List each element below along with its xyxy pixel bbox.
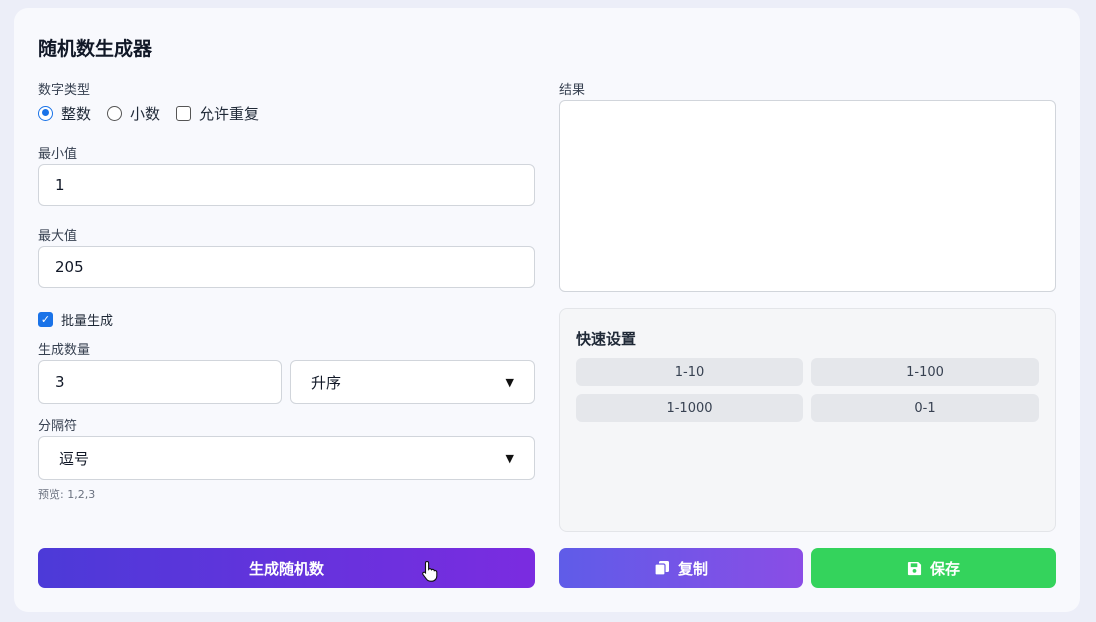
max-input[interactable]: 205 (38, 246, 535, 288)
order-select-value: 升序 (311, 373, 342, 392)
count-label: 生成数量 (38, 343, 91, 358)
batch-label: 批量生成 (61, 314, 114, 329)
separator-preview: 预览: 1,2,3 (38, 488, 96, 501)
page-title: 随机数生成器 (38, 38, 153, 60)
order-select[interactable]: 升序 ▼ (290, 360, 535, 404)
quick-settings-title: 快速设置 (576, 330, 637, 348)
save-button[interactable]: 保存 (811, 548, 1056, 588)
hand-cursor-icon (421, 560, 439, 586)
result-label: 结果 (559, 83, 586, 98)
batch-checkbox[interactable]: ✓ (38, 312, 53, 327)
copy-button[interactable]: 复制 (559, 548, 803, 588)
quick-button-1-100[interactable]: 1-100 (811, 358, 1039, 386)
chevron-down-icon: ▼ (505, 375, 514, 389)
decimal-label: 小数 (130, 104, 161, 123)
chevron-down-icon: ▼ (505, 451, 514, 465)
min-input[interactable]: 1 (38, 164, 535, 206)
generate-button[interactable]: 生成随机数 (38, 548, 535, 588)
number-type-options: 整数 小数 允许重复 (38, 102, 275, 124)
copy-button-label: 复制 (677, 559, 708, 578)
count-input[interactable]: 3 (38, 360, 282, 404)
quick-button-1-1000[interactable]: 1-1000 (576, 394, 803, 422)
number-type-label: 数字类型 (38, 83, 91, 98)
separator-select[interactable]: 逗号 ▼ (38, 436, 535, 480)
allow-repeat-label: 允许重复 (199, 104, 260, 123)
max-label: 最大值 (38, 229, 78, 244)
min-label: 最小值 (38, 147, 78, 162)
batch-option[interactable]: ✓ 批量生成 (38, 310, 113, 329)
save-button-label: 保存 (929, 559, 960, 578)
copy-icon (654, 560, 670, 576)
quick-button-1-10[interactable]: 1-10 (576, 358, 803, 386)
allow-repeat-option[interactable]: 允许重复 (176, 103, 259, 124)
integer-label: 整数 (61, 104, 92, 123)
decimal-option[interactable]: 小数 (107, 103, 160, 124)
generate-button-label: 生成随机数 (248, 559, 324, 578)
separator-label: 分隔符 (38, 419, 78, 434)
integer-radio[interactable] (38, 105, 53, 121)
allow-repeat-checkbox[interactable] (176, 105, 192, 121)
separator-select-value: 逗号 (59, 449, 90, 468)
save-icon (907, 561, 922, 576)
result-textarea[interactable] (559, 100, 1056, 292)
integer-option[interactable]: 整数 (38, 103, 91, 124)
quick-button-0-1[interactable]: 0-1 (811, 394, 1039, 422)
decimal-radio[interactable] (107, 105, 123, 121)
